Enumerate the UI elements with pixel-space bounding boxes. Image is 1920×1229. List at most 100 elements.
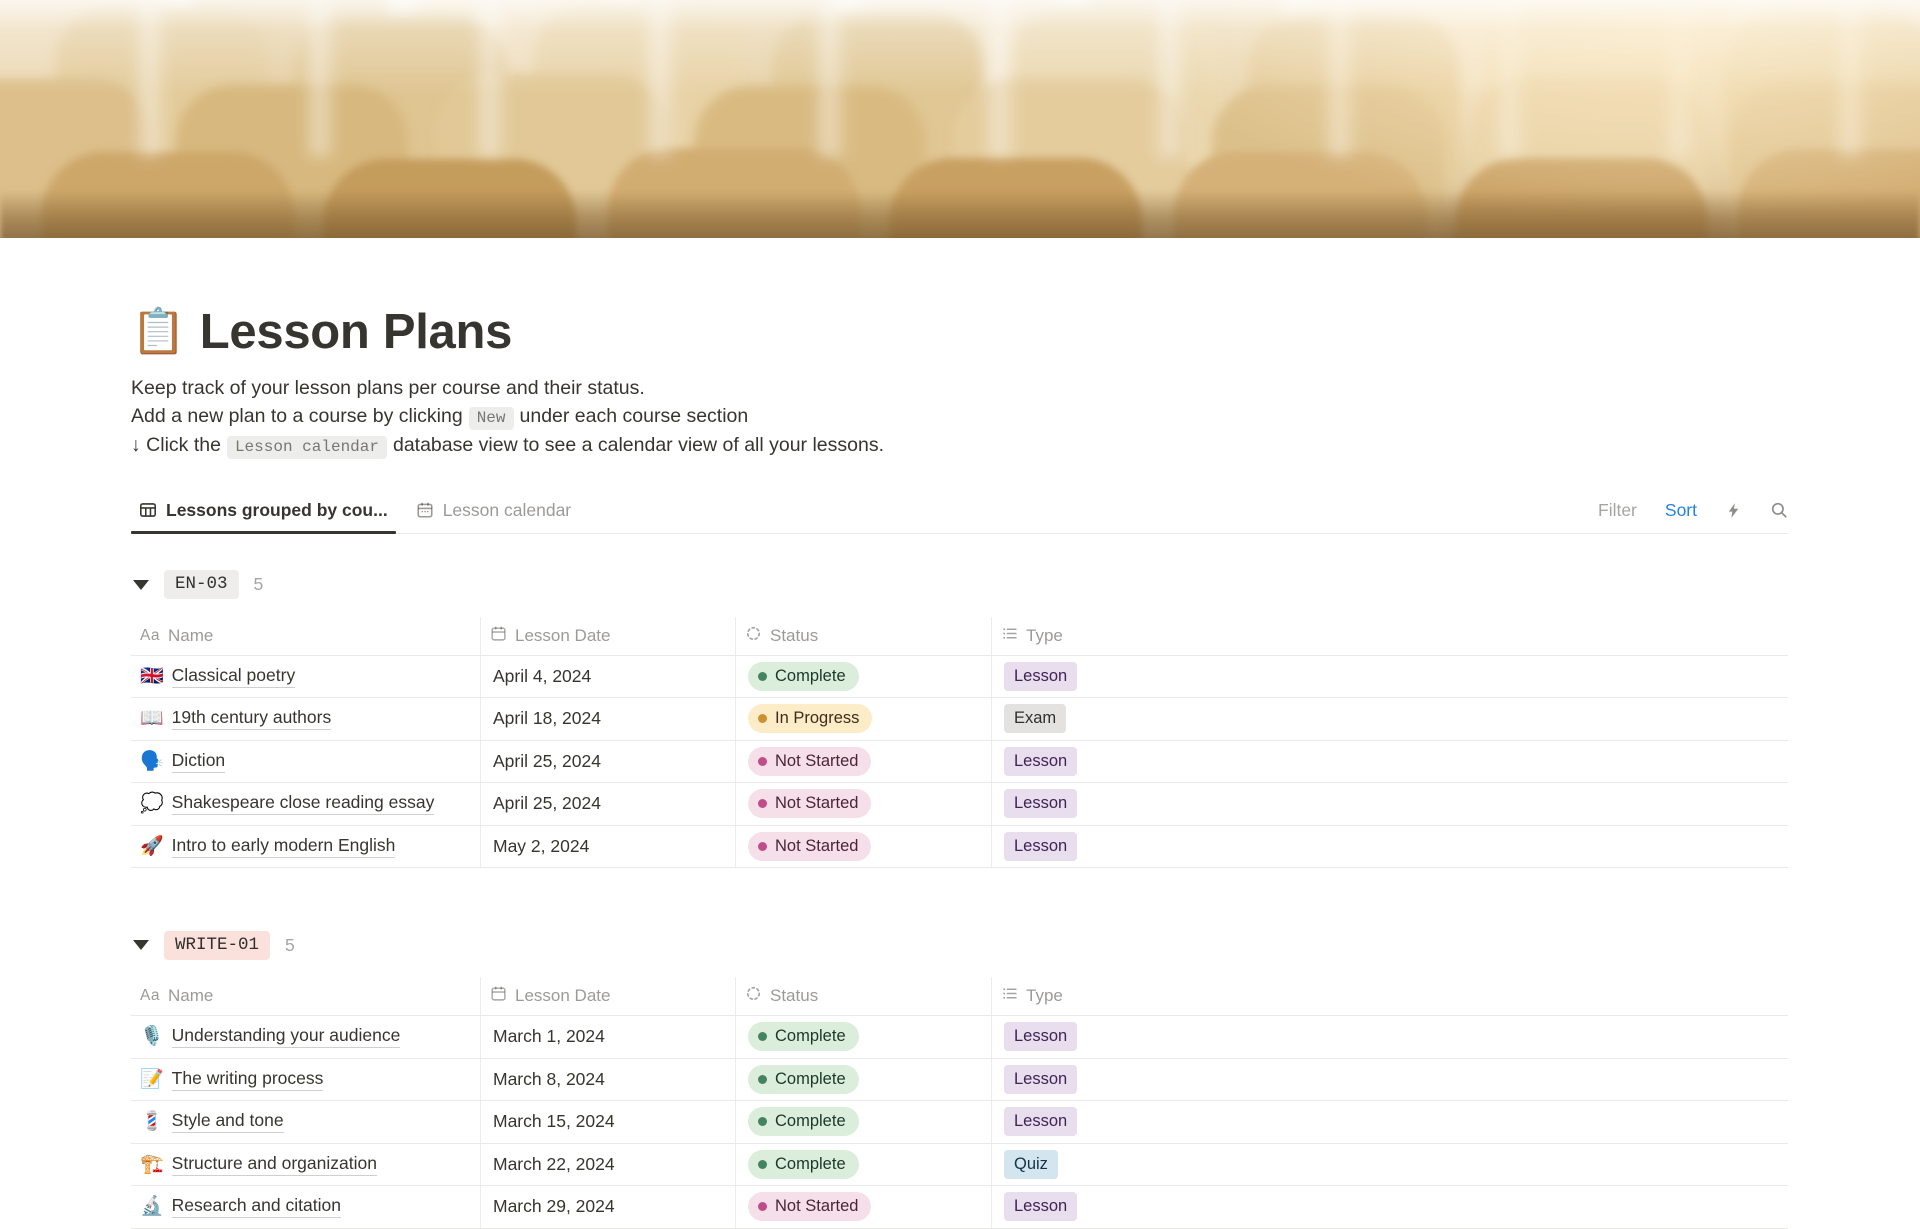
type-badge[interactable]: Lesson — [1004, 661, 1078, 691]
status-dot-icon — [758, 756, 767, 766]
column-header-status[interactable]: Status — [736, 616, 992, 655]
collapse-triangle-icon[interactable] — [133, 940, 149, 950]
type-badge[interactable]: Lesson — [1004, 1192, 1078, 1222]
lesson-date-cell[interactable]: May 2, 2024 — [481, 825, 736, 867]
type-cell[interactable]: Quiz — [992, 1144, 1788, 1186]
description-line-1[interactable]: Keep track of your lesson plans per cour… — [131, 375, 1788, 403]
type-cell[interactable]: Lesson — [992, 1059, 1788, 1101]
status-cell[interactable]: Complete — [736, 1058, 992, 1100]
search-icon[interactable] — [1770, 501, 1788, 519]
lesson-date-cell[interactable]: March 22, 2024 — [481, 1143, 736, 1185]
status-dot-icon — [758, 671, 767, 681]
lessons-table: Aa Name Lesson Date Status Type 🇬🇧Class — [131, 616, 1788, 868]
status-badge[interactable]: Not Started — [748, 1192, 872, 1222]
page-title[interactable]: Lesson Plans — [200, 304, 513, 360]
status-badge[interactable]: Complete — [748, 661, 859, 691]
status-badge[interactable]: Not Started — [748, 831, 872, 861]
lesson-name: Classical poetry — [171, 665, 296, 688]
type-badge[interactable]: Lesson — [1004, 1064, 1078, 1094]
lesson-date-cell[interactable]: March 1, 2024 — [481, 1016, 736, 1058]
column-header-name[interactable]: Aa Name — [131, 977, 481, 1015]
page-header: 📋 Lesson Plans — [131, 304, 1788, 360]
group-name-badge[interactable]: EN-03 — [164, 570, 239, 599]
description-text: ↓ Click the — [131, 434, 221, 456]
type-badge[interactable]: Lesson — [1004, 1022, 1078, 1052]
lesson-name-cell[interactable]: 📝 The writing process — [131, 1058, 481, 1100]
type-cell[interactable]: Lesson — [992, 783, 1788, 825]
status-label: Not Started — [775, 751, 859, 770]
status-badge[interactable]: Complete — [748, 1107, 859, 1137]
status-cell[interactable]: Complete — [736, 1016, 992, 1058]
lesson-date-cell[interactable]: April 25, 2024 — [481, 740, 736, 782]
type-badge[interactable]: Lesson — [1004, 1107, 1078, 1137]
collapse-triangle-icon[interactable] — [133, 579, 149, 590]
column-header-type[interactable]: Type — [992, 617, 1788, 655]
lesson-date-cell[interactable]: April 25, 2024 — [481, 783, 736, 825]
lesson-date-cell[interactable]: April 4, 2024 — [481, 655, 736, 697]
lesson-name-cell[interactable]: 🚀 Intro to early modern English — [131, 825, 481, 867]
status-badge[interactable]: In Progress — [748, 704, 873, 734]
status-badge[interactable]: Not Started — [748, 746, 872, 776]
status-cell[interactable]: Not Started — [736, 825, 992, 867]
type-cell[interactable]: Lesson — [992, 826, 1788, 868]
column-header-type[interactable]: Type — [992, 977, 1788, 1015]
column-header-lesson-date[interactable]: Lesson Date — [481, 616, 736, 655]
type-badge[interactable]: Lesson — [1004, 789, 1078, 819]
group-name-badge[interactable]: WRITE-01 — [164, 930, 271, 960]
sort-button[interactable]: Sort — [1665, 500, 1697, 521]
lesson-date-cell[interactable]: March 15, 2024 — [481, 1101, 736, 1143]
lightning-icon[interactable] — [1725, 502, 1742, 519]
status-badge[interactable]: Complete — [748, 1022, 859, 1052]
filter-button[interactable]: Filter — [1598, 500, 1637, 521]
type-cell[interactable]: Lesson — [992, 1101, 1788, 1143]
type-cell[interactable]: Exam — [992, 698, 1788, 740]
type-badge[interactable]: Quiz — [1004, 1149, 1058, 1179]
lesson-name-cell[interactable]: 🏗️ Structure and organization — [131, 1143, 481, 1185]
column-header-status[interactable]: Status — [736, 977, 992, 1015]
status-label: Complete — [775, 1027, 846, 1046]
column-header-lesson-date[interactable]: Lesson Date — [481, 977, 736, 1015]
table-row: 🎙️ Understanding your audience March 1, 2… — [131, 1016, 1788, 1059]
type-cell[interactable]: Lesson — [992, 1016, 1788, 1058]
status-badge[interactable]: Complete — [748, 1064, 859, 1094]
type-cell[interactable]: Lesson — [992, 656, 1788, 698]
lesson-date-cell[interactable]: April 18, 2024 — [481, 698, 736, 740]
status-spinner-icon — [745, 985, 762, 1007]
table-row: 🚀 Intro to early modern English May 2, 20… — [131, 825, 1788, 868]
column-label: Name — [167, 625, 214, 645]
description-line-3[interactable]: ↓ Click the Lesson calendar database view … — [131, 432, 1788, 462]
lesson-date-cell[interactable]: March 8, 2024 — [481, 1058, 736, 1100]
column-header-name[interactable]: Aa Name — [131, 616, 481, 655]
tab-lessons-grouped[interactable]: Lessons grouped by cou... — [131, 488, 396, 534]
status-cell[interactable]: Complete — [736, 655, 992, 697]
status-cell[interactable]: Not Started — [736, 1186, 992, 1228]
status-label: Complete — [775, 1112, 846, 1131]
description-text: Keep track of your lesson plans per cour… — [131, 377, 645, 399]
lesson-name-cell[interactable]: 🗣️ Diction — [131, 740, 481, 782]
lesson-name-cell[interactable]: 💭 Shakespeare close reading essay — [131, 783, 481, 825]
lesson-name-cell[interactable]: 💈 Style and tone — [131, 1101, 481, 1143]
description-line-2[interactable]: Add a new plan to a course by clicking Ne… — [131, 403, 1788, 433]
status-badge[interactable]: Not Started — [748, 789, 872, 819]
lesson-name-cell[interactable]: 📖 19th century authors — [131, 698, 481, 740]
lesson-name: Shakespeare close reading essay — [171, 792, 435, 816]
type-cell[interactable]: Lesson — [992, 741, 1788, 783]
lesson-name-cell[interactable]: 🎙️ Understanding your audience — [131, 1016, 481, 1058]
type-badge[interactable]: Lesson — [1004, 831, 1078, 861]
status-cell[interactable]: Complete — [736, 1143, 992, 1185]
status-dot-icon — [758, 1032, 767, 1042]
lesson-name-cell[interactable]: 🇬🇧 Classical poetry — [131, 655, 481, 697]
type-cell[interactable]: Lesson — [992, 1186, 1788, 1228]
status-cell[interactable]: Not Started — [736, 740, 992, 782]
page-icon[interactable]: 📋 — [131, 310, 186, 354]
status-cell[interactable]: Not Started — [736, 783, 992, 825]
tab-lesson-calendar[interactable]: Lesson calendar — [408, 488, 579, 533]
status-cell[interactable]: Complete — [736, 1101, 992, 1143]
status-cell[interactable]: In Progress — [736, 698, 992, 740]
status-badge[interactable]: Complete — [748, 1149, 859, 1179]
lesson-name-cell[interactable]: 🔬 Research and citation — [131, 1186, 481, 1228]
lesson-date-cell[interactable]: March 29, 2024 — [481, 1186, 736, 1228]
type-badge[interactable]: Exam — [1004, 704, 1067, 734]
table-row: 🔬 Research and citation March 29, 2024 No… — [131, 1186, 1788, 1229]
type-badge[interactable]: Lesson — [1004, 746, 1078, 776]
